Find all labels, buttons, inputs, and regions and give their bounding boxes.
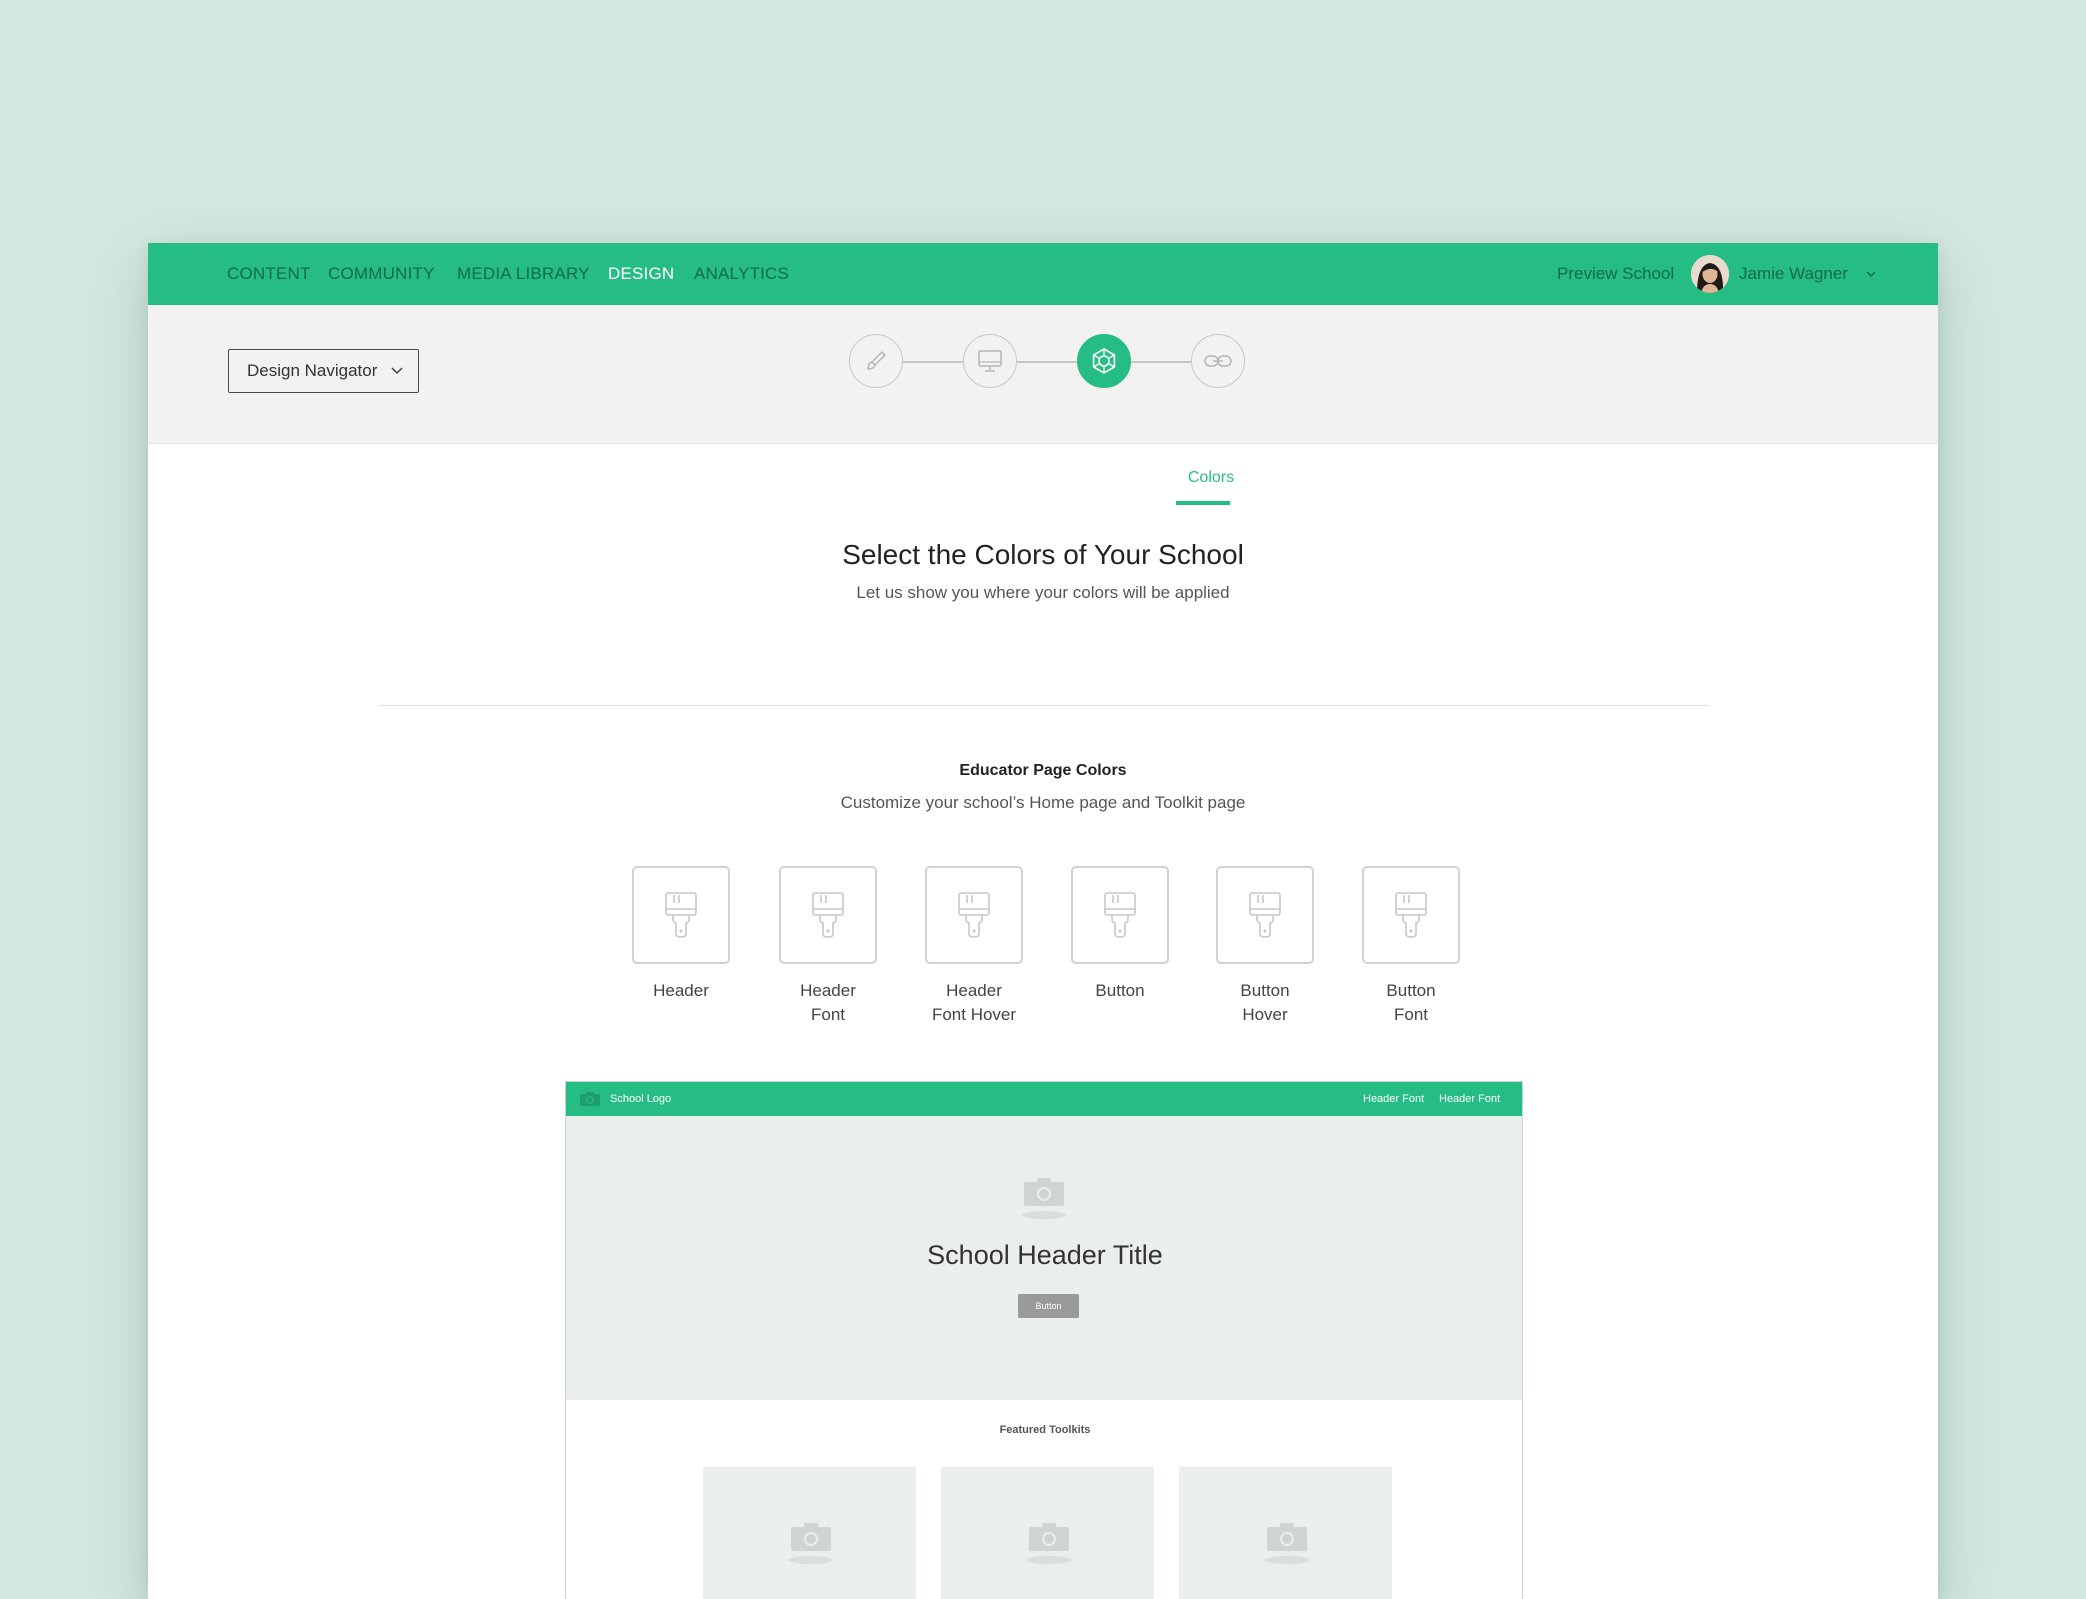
section-title: Educator Page Colors — [959, 762, 1127, 779]
user-avatar-icon — [1691, 255, 1729, 293]
preview-toolkit-card — [703, 1467, 916, 1599]
avatar[interactable] — [1691, 255, 1729, 293]
color-swatch-button-hover[interactable] — [1216, 866, 1314, 964]
preview-header-link: Header Font — [1363, 1093, 1425, 1105]
preview-school-link[interactable]: Preview School — [1557, 243, 1674, 305]
link-icon — [1204, 355, 1232, 367]
swatch-label-button-hover: Button Hover — [1240, 981, 1290, 1024]
image-placeholder-icon — [1027, 1523, 1071, 1564]
section-divider — [378, 705, 1710, 706]
paint-brush-icon — [812, 892, 844, 938]
color-swatch-header-font-hover[interactable] — [925, 866, 1023, 964]
color-swatch-header[interactable] — [632, 866, 730, 964]
preview-header: School Logo Header Font Header Font — [566, 1082, 1522, 1116]
paintbrush-icon — [867, 350, 887, 370]
swatch-label-header-font: Header Font — [800, 981, 856, 1024]
design-navigator-label: Design Navigator — [247, 361, 378, 380]
preview-hero-title: School Header Title — [927, 1240, 1163, 1270]
step-layout[interactable] — [963, 334, 1017, 388]
preview-featured-label: Featured Toolkits — [999, 1424, 1091, 1436]
active-step-underline — [1176, 501, 1230, 505]
preview-logo-label: School Logo — [610, 1093, 672, 1105]
swatch-label-header: Header — [653, 981, 709, 1000]
swatch-label-header-font-hover: Header Font Hover — [931, 981, 1017, 1024]
step-connector — [1131, 361, 1191, 363]
image-placeholder-icon — [789, 1523, 833, 1564]
page-subtitle: Let us show you where your colors will b… — [856, 583, 1230, 602]
preview-hero-button: Button — [1018, 1294, 1079, 1318]
paint-brush-icon — [1249, 892, 1281, 938]
chevron-down-icon[interactable] — [1864, 267, 1878, 281]
color-swatch-header-font[interactable] — [779, 866, 877, 964]
preview-toolkit-card — [1179, 1467, 1392, 1599]
step-connector — [1017, 361, 1077, 363]
nav-item-analytics[interactable]: ANALYTICS — [694, 243, 789, 305]
school-page-preview: School Logo Header Font Header Font Scho… — [565, 1081, 1523, 1599]
camera-icon — [580, 1092, 600, 1106]
top-nav: CONTENT COMMUNITY MEDIA LIBRARY DESIGN A… — [148, 243, 1938, 305]
monitor-icon — [978, 350, 1002, 372]
swatch-label-button: Button — [1095, 981, 1145, 1000]
preview-header-link: Header Font — [1439, 1093, 1501, 1105]
paint-brush-icon — [665, 892, 697, 938]
nav-item-media-library[interactable]: MEDIA LIBRARY — [457, 243, 590, 305]
color-swatch-button[interactable] — [1071, 866, 1169, 964]
nav-item-content[interactable]: CONTENT — [227, 243, 311, 305]
paint-brush-icon — [1104, 892, 1136, 938]
step-connector — [903, 361, 963, 363]
section-subtitle: Customize your school’s Home page and To… — [840, 793, 1246, 812]
color-wheel-icon — [1092, 348, 1116, 374]
image-placeholder-icon — [1022, 1178, 1066, 1219]
preview-hero: School Header Title Button — [566, 1116, 1522, 1400]
design-navigator-dropdown[interactable]: Design Navigator — [228, 349, 419, 393]
nav-item-community[interactable]: COMMUNITY — [328, 243, 435, 305]
image-placeholder-icon — [1265, 1523, 1309, 1564]
step-brand[interactable] — [849, 334, 903, 388]
nav-item-design[interactable]: DESIGN — [608, 243, 674, 305]
app-window: CONTENT COMMUNITY MEDIA LIBRARY DESIGN A… — [148, 243, 1938, 1599]
preview-toolkit-card — [941, 1467, 1154, 1599]
user-name[interactable]: Jamie Wagner — [1739, 243, 1848, 305]
active-step-label: Colors — [1187, 469, 1235, 486]
paint-brush-icon — [1395, 892, 1427, 938]
color-swatch-button-font[interactable] — [1362, 866, 1460, 964]
step-colors[interactable] — [1077, 334, 1131, 388]
swatch-label-button-font: Button Font — [1386, 981, 1436, 1024]
page-title: Select the Colors of Your School — [842, 539, 1244, 570]
paint-brush-icon — [958, 892, 990, 938]
design-step-bar: Design Navigator Colors — [148, 305, 1938, 505]
chevron-down-icon — [391, 367, 403, 375]
step-domain[interactable] — [1191, 334, 1245, 388]
